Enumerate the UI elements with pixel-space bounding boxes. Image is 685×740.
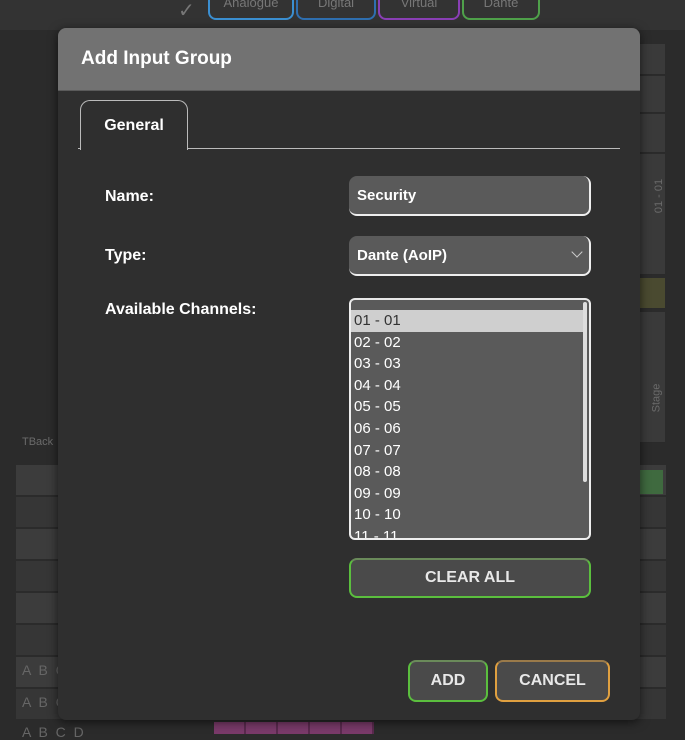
- tab-general[interactable]: General: [80, 100, 188, 150]
- checkmark-icon[interactable]: ✓: [178, 0, 195, 22]
- type-select[interactable]: Dante (AoIP): [349, 236, 591, 276]
- available-channels-label: Available Channels:: [105, 301, 257, 318]
- type-select-value: Dante (AoIP): [357, 247, 447, 264]
- channel-option[interactable]: 01 - 01: [351, 310, 583, 332]
- channel-option[interactable]: 09 - 09: [351, 483, 583, 505]
- listbox-scrollbar[interactable]: [583, 302, 587, 482]
- tab-digital[interactable]: Digital: [296, 0, 376, 20]
- channel-option[interactable]: 07 - 07: [351, 440, 583, 462]
- channel-option[interactable]: 03 - 03: [351, 353, 583, 375]
- add-button[interactable]: ADD: [408, 660, 488, 702]
- background-side-text: 01 - 01: [653, 178, 666, 214]
- channel-list: 01 - 01 02 - 02 03 - 03 04 - 04 05 - 05 06 - …: [351, 310, 583, 538]
- tab-analogue[interactable]: Analogue: [208, 0, 294, 20]
- name-label: Name:: [105, 188, 154, 205]
- clear-all-button[interactable]: CLEAR ALL: [349, 558, 591, 598]
- channel-option[interactable]: 04 - 04: [351, 375, 583, 397]
- background-tback-label: TBack: [22, 436, 54, 448]
- background-pink-strip: [214, 722, 374, 734]
- tab-dante[interactable]: Dante: [462, 0, 540, 20]
- chevron-down-icon: [571, 246, 583, 258]
- channel-option[interactable]: 05 - 05: [351, 396, 583, 418]
- background-stage-label: Stage: [650, 383, 663, 413]
- type-label: Type:: [105, 247, 147, 264]
- channel-option[interactable]: 02 - 02: [351, 332, 583, 354]
- channel-option[interactable]: 10 - 10: [351, 504, 583, 526]
- dialog-title: Add Input Group: [58, 28, 640, 91]
- add-input-group-dialog: Add Input Group General Name: Security T…: [58, 28, 640, 720]
- tab-virtual[interactable]: Virtual: [378, 0, 460, 20]
- name-input[interactable]: Security: [349, 176, 591, 216]
- channel-option[interactable]: 11 - 11: [351, 526, 583, 538]
- channel-option[interactable]: 06 - 06: [351, 418, 583, 440]
- background-row-letters: A B C D: [22, 724, 86, 740]
- available-channels-listbox[interactable]: 01 - 01 02 - 02 03 - 03 04 - 04 05 - 05 06 - …: [349, 298, 591, 540]
- channel-option[interactable]: 08 - 08: [351, 461, 583, 483]
- cancel-button[interactable]: CANCEL: [495, 660, 610, 702]
